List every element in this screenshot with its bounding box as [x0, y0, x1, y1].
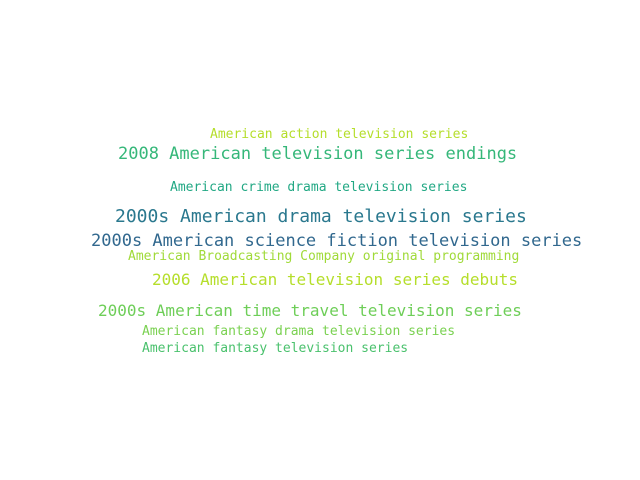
cloud-word: American action television series [210, 127, 469, 142]
cloud-word: 2000s American science fiction televisio… [91, 231, 583, 251]
cloud-word: 2000s American time travel television se… [98, 301, 522, 320]
cloud-word: American fantasy television series [142, 341, 409, 356]
cloud-word: 2000s American drama television series [115, 206, 527, 227]
cloud-word: 2008 American television series endings [118, 144, 518, 164]
cloud-word: American fantasy drama television series [142, 324, 456, 339]
cloud-word: American Broadcasting Company original p… [128, 249, 520, 264]
cloud-word: American crime drama television series [170, 180, 468, 195]
cloud-word: 2006 American television series debuts [152, 270, 519, 289]
word-cloud: American action television series 2008 A… [0, 0, 640, 480]
